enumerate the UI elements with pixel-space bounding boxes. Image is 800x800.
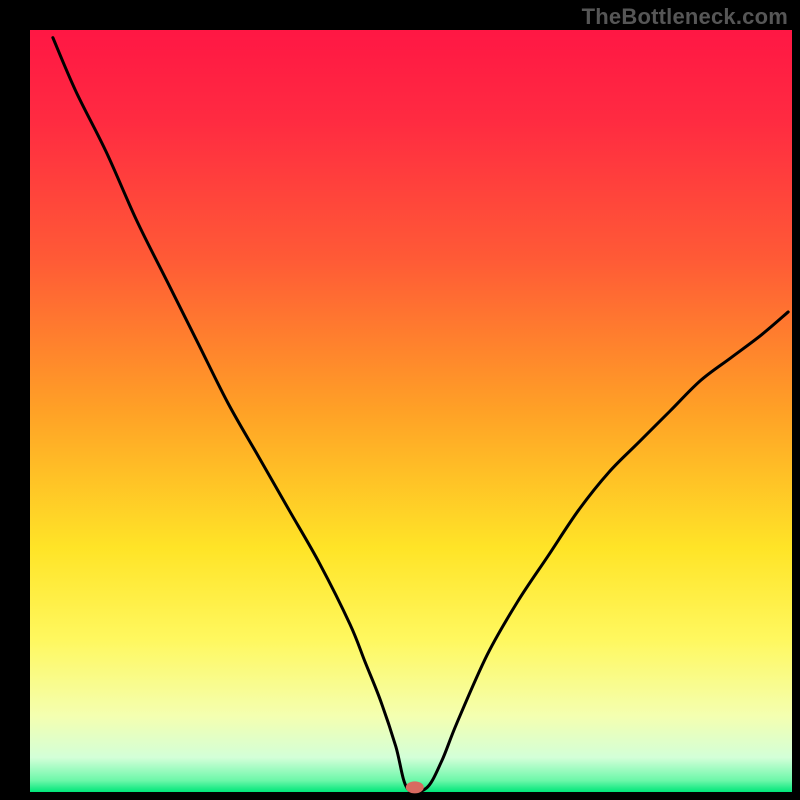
plot-background [30,30,792,792]
optimum-marker [406,781,424,793]
bottleneck-chart [0,0,800,800]
watermark-text: TheBottleneck.com [582,4,788,30]
chart-frame: { "watermark": "TheBottleneck.com", "cha… [0,0,800,800]
